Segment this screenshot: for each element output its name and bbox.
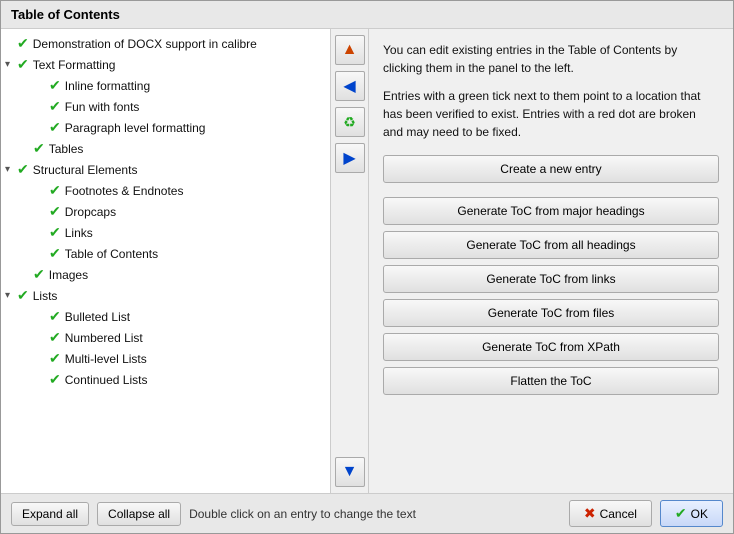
- check-icon: ✔: [49, 182, 61, 199]
- tree-item[interactable]: ✔ Tables: [1, 138, 330, 159]
- tree-item[interactable]: ✔ Paragraph level formatting: [1, 117, 330, 138]
- tree-item-label: Fun with fonts: [65, 100, 140, 114]
- generate-files-button[interactable]: Generate ToC from files: [383, 299, 719, 327]
- tree-item[interactable]: ▾✔ Structural Elements: [1, 159, 330, 180]
- expand-arrow-icon: ▾: [5, 59, 15, 70]
- tree-item-label: Structural Elements: [33, 163, 138, 177]
- check-icon: ✔: [33, 266, 45, 283]
- check-icon: ✔: [49, 245, 61, 262]
- tree-item-label: Links: [65, 226, 93, 240]
- tree-item[interactable]: ✔ Dropcaps: [1, 201, 330, 222]
- toc-tree-panel: ✔ Demonstration of DOCX support in calibr…: [1, 29, 331, 493]
- tree-item[interactable]: ✔ Links: [1, 222, 330, 243]
- tree-item[interactable]: ✔ Numbered List: [1, 327, 330, 348]
- tree-item[interactable]: ✔ Fun with fonts: [1, 96, 330, 117]
- generate-xpath-button[interactable]: Generate ToC from XPath: [383, 333, 719, 361]
- check-icon: ✔: [49, 98, 61, 115]
- generate-links-button[interactable]: Generate ToC from links: [383, 265, 719, 293]
- tree-item-label: Tables: [49, 142, 84, 156]
- move-right-button[interactable]: ▶: [335, 143, 365, 173]
- tree-item-label: Lists: [33, 289, 58, 303]
- recycle-icon: ♻: [343, 114, 356, 131]
- tree-item-label: Paragraph level formatting: [65, 121, 206, 135]
- arrow-down-icon: ▼: [342, 463, 358, 481]
- tree-item-label: Inline formatting: [65, 79, 150, 93]
- cancel-button[interactable]: ✖ Cancel: [569, 500, 652, 527]
- tree-item[interactable]: ✔ Multi-level Lists: [1, 348, 330, 369]
- ok-button[interactable]: ✔ OK: [660, 500, 723, 527]
- dialog-footer: Expand all Collapse all Double click on …: [1, 493, 733, 533]
- footer-right: ✖ Cancel ✔ OK: [569, 500, 723, 527]
- footer-hint: Double click on an entry to change the t…: [189, 507, 561, 521]
- tree-item[interactable]: ✔ Inline formatting: [1, 75, 330, 96]
- generate-all-headings-button[interactable]: Generate ToC from all headings: [383, 231, 719, 259]
- nav-panel: ▲ ◀ ♻ ▶ ▼: [331, 29, 369, 493]
- tree-item-label: Footnotes & Endnotes: [65, 184, 184, 198]
- move-down-button[interactable]: ▼: [335, 457, 365, 487]
- move-up-button[interactable]: ▲: [335, 35, 365, 65]
- tree-item-label: Table of Contents: [65, 247, 158, 261]
- create-new-entry-button[interactable]: Create a new entry: [383, 155, 719, 183]
- check-icon: ✔: [17, 56, 29, 73]
- check-icon: ✔: [33, 140, 45, 157]
- expand-arrow-icon: ▾: [5, 164, 15, 175]
- tree-item[interactable]: ✔ Table of Contents: [1, 243, 330, 264]
- right-panel: You can edit existing entries in the Tab…: [369, 29, 733, 493]
- check-icon: ✔: [17, 287, 29, 304]
- dialog-title: Table of Contents: [1, 1, 733, 29]
- flatten-toc-button[interactable]: Flatten the ToC: [383, 367, 719, 395]
- tree-item-label: Demonstration of DOCX support in calibre: [33, 37, 257, 51]
- ok-check-icon: ✔: [675, 505, 687, 522]
- generate-major-headings-button[interactable]: Generate ToC from major headings: [383, 197, 719, 225]
- tree-item-label: Continued Lists: [65, 373, 148, 387]
- tree-item-label: Bulleted List: [65, 310, 130, 324]
- check-icon: ✔: [17, 161, 29, 178]
- collapse-all-button[interactable]: Collapse all: [97, 502, 181, 526]
- arrow-up-icon: ▲: [342, 41, 358, 59]
- tree-item-label: Text Formatting: [33, 58, 116, 72]
- tree-item[interactable]: ▾✔ Text Formatting: [1, 54, 330, 75]
- check-icon: ✔: [49, 224, 61, 241]
- arrow-right-icon: ▶: [343, 148, 355, 168]
- help-text-2: Entries with a green tick next to them p…: [383, 87, 719, 141]
- cancel-icon: ✖: [584, 505, 596, 522]
- tree-item[interactable]: ✔ Footnotes & Endnotes: [1, 180, 330, 201]
- tree-item[interactable]: ✔ Continued Lists: [1, 369, 330, 390]
- dialog-body: ✔ Demonstration of DOCX support in calibr…: [1, 29, 733, 493]
- check-icon: ✔: [49, 371, 61, 388]
- cancel-label: Cancel: [600, 507, 637, 521]
- toc-tree[interactable]: ✔ Demonstration of DOCX support in calibr…: [1, 29, 330, 493]
- check-icon: ✔: [17, 35, 29, 52]
- tree-item-label: Dropcaps: [65, 205, 116, 219]
- expand-arrow-icon: ▾: [5, 290, 15, 301]
- tree-item-label: Numbered List: [65, 331, 143, 345]
- check-icon: ✔: [49, 77, 61, 94]
- help-text-1: You can edit existing entries in the Tab…: [383, 41, 719, 77]
- tree-item[interactable]: ✔ Demonstration of DOCX support in calibr…: [1, 33, 330, 54]
- check-icon: ✔: [49, 308, 61, 325]
- recycle-button[interactable]: ♻: [335, 107, 365, 137]
- arrow-left-icon: ◀: [343, 76, 355, 96]
- check-icon: ✔: [49, 203, 61, 220]
- expand-all-button[interactable]: Expand all: [11, 502, 89, 526]
- tree-item[interactable]: ✔ Bulleted List: [1, 306, 330, 327]
- ok-label: OK: [691, 507, 708, 521]
- move-left-button[interactable]: ◀: [335, 71, 365, 101]
- dialog: Table of Contents ✔ Demonstration of DOCX…: [0, 0, 734, 534]
- tree-item[interactable]: ▾✔ Lists: [1, 285, 330, 306]
- tree-item-label: Images: [49, 268, 88, 282]
- check-icon: ✔: [49, 329, 61, 346]
- tree-item-label: Multi-level Lists: [65, 352, 147, 366]
- check-icon: ✔: [49, 350, 61, 367]
- tree-item[interactable]: ✔ Images: [1, 264, 330, 285]
- check-icon: ✔: [49, 119, 61, 136]
